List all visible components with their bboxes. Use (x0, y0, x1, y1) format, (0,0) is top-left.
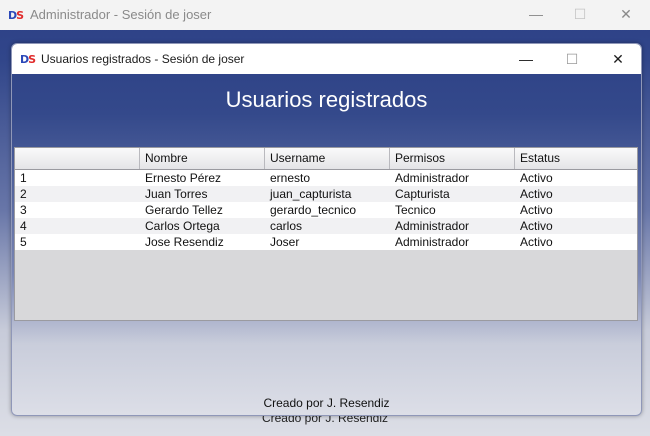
logo-letter-s: S (28, 53, 36, 66)
close-icon[interactable]: ✕ (595, 44, 641, 74)
table-cell: Activo (520, 187, 553, 201)
table-cell: Administrador (395, 219, 470, 233)
table-cell: 1 (20, 171, 27, 185)
table-body: 1 Ernesto Pérez ernesto Administrador Ac… (15, 170, 637, 250)
table-cell: Activo (520, 219, 553, 233)
table-row[interactable]: 3 Gerardo Tellez gerardo_tecnico Tecnico… (15, 202, 637, 218)
maximize-icon[interactable]: ☐ (557, 0, 603, 30)
background-window-titlebar[interactable]: DS Administrador - Sesión de joser — ☐ ✕ (0, 0, 650, 30)
table-cell: 2 (20, 187, 27, 201)
table-cell: gerardo_tecnico (270, 203, 357, 217)
table-header: Nombre Username Permisos Estatus (15, 148, 637, 170)
minimize-icon[interactable]: — (503, 44, 549, 74)
users-window: DS Usuarios registrados - Sesión de jose… (11, 43, 642, 416)
table-cell: Activo (520, 235, 553, 249)
page-title: Usuarios registrados (225, 87, 428, 112)
logo-letter-d: D (20, 53, 29, 66)
table-cell: 3 (20, 203, 27, 217)
table-cell: Capturista (395, 187, 450, 201)
users-window-titlebar[interactable]: DS Usuarios registrados - Sesión de jose… (12, 44, 641, 74)
app-logo-icon: DS (20, 53, 36, 66)
users-window-title: Usuarios registrados - Sesión de joser (41, 52, 245, 66)
table-cell: Administrador (395, 235, 470, 249)
table-cell: ernesto (270, 171, 311, 185)
table-cell: Activo (520, 171, 553, 185)
logo-letter-s: S (16, 9, 24, 22)
table-row[interactable]: 4 Carlos Ortega carlos Administrador Act… (15, 218, 637, 234)
app-logo-icon: DS (8, 9, 24, 22)
table-cell: 4 (20, 219, 27, 233)
table-cell: Carlos Ortega (145, 219, 220, 233)
column-header-permisos[interactable]: Permisos (390, 148, 515, 169)
table-row[interactable]: 5 Jose Resendiz Joser Administrador Acti… (15, 234, 637, 250)
table-cell: Juan Torres (145, 187, 208, 201)
background-window-title: Administrador - Sesión de joser (30, 7, 212, 22)
table-cell: Ernesto Pérez (145, 171, 222, 185)
users-table[interactable]: Nombre Username Permisos Estatus 1 Ernes… (14, 147, 638, 321)
column-header-nombre[interactable]: Nombre (140, 148, 265, 169)
table-cell: juan_capturista (270, 187, 352, 201)
table-row[interactable]: 2 Juan Torres juan_capturista Capturista… (15, 186, 637, 202)
column-header-estatus[interactable]: Estatus (515, 148, 637, 169)
users-window-footer: Creado por J. Resendiz (263, 396, 390, 410)
table-cell: Joser (270, 235, 300, 249)
table-row[interactable]: 1 Ernesto Pérez ernesto Administrador Ac… (15, 170, 637, 186)
table-cell: Activo (520, 203, 553, 217)
close-icon[interactable]: ✕ (603, 0, 649, 30)
logo-letter-d: D (8, 9, 17, 22)
table-cell: carlos (270, 219, 303, 233)
table-cell: Jose Resendiz (145, 235, 224, 249)
table-cell: 5 (20, 235, 27, 249)
table-cell: Gerardo Tellez (145, 203, 223, 217)
column-header-index[interactable] (15, 148, 140, 169)
table-cell: Tecnico (395, 203, 436, 217)
minimize-icon[interactable]: — (513, 0, 559, 30)
maximize-icon[interactable]: ☐ (549, 44, 595, 74)
column-header-username[interactable]: Username (265, 148, 390, 169)
table-cell: Administrador (395, 171, 470, 185)
